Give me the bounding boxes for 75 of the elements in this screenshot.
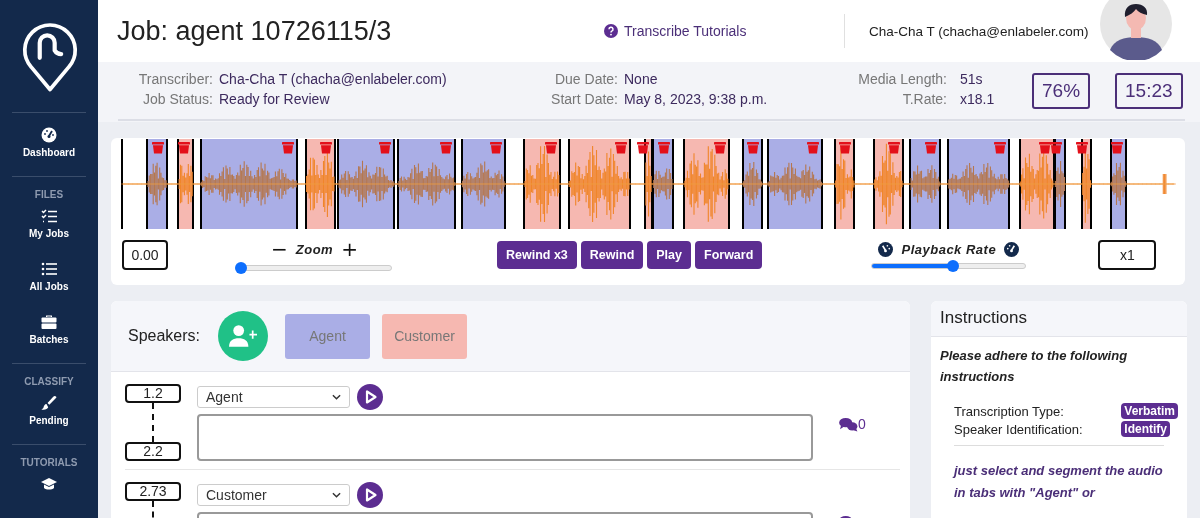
end-time[interactable]: 2.2 (125, 442, 181, 461)
trash-icon[interactable] (1050, 142, 1062, 154)
gauge-icon (1004, 241, 1020, 257)
gauge-icon (878, 241, 894, 257)
zoom-in-button[interactable]: + (341, 239, 358, 259)
sidebar-item[interactable] (41, 476, 57, 492)
tutorials-link[interactable]: Transcribe Tutorials (604, 23, 844, 39)
setting-badge: Verbatim (1121, 403, 1178, 419)
gauge-icon (41, 127, 57, 143)
position-field[interactable]: 0.00 (122, 240, 168, 270)
zoom-out-button[interactable]: − (271, 239, 288, 259)
field-label: Media Length: (857, 70, 947, 89)
brush-icon (41, 395, 57, 410)
instructions-intro: Please adhere to the following instructions (940, 347, 1129, 386)
avatar[interactable] (1100, 0, 1172, 60)
sidebar-heading: CLASSIFY (24, 376, 74, 387)
user-name: Cha-Cha T (chacha@enlabeler.com) (869, 23, 1090, 39)
sidebar-item[interactable]: My Jobs (29, 208, 69, 239)
field-value: None (623, 70, 659, 89)
graduation-cap-icon (41, 478, 57, 490)
setting-badge: Identify (1121, 421, 1170, 437)
setting-label: Transcription Type: (954, 403, 1065, 419)
chevron-down-icon (332, 394, 341, 400)
field-value: May 8, 2023, 9:38 p.m. (623, 90, 769, 109)
field-label: T.Rate: (901, 90, 947, 109)
timer-box: 15:23 (1115, 72, 1183, 109)
field-value: Ready for Review (218, 90, 331, 109)
zoom-label: Zoom (295, 241, 334, 257)
start-time[interactable]: 2.73 (125, 482, 181, 501)
field-value: Cha-Cha T (chacha@enlabeler.com) (218, 70, 448, 89)
speakers-label: Speakers: (128, 327, 201, 345)
page-title: Job: agent 10726115/3 (117, 15, 393, 47)
speaker-select[interactable]: Customer (197, 484, 350, 506)
trash-icon[interactable] (178, 142, 190, 154)
field-label: Due Date: (553, 70, 618, 89)
instructions-note: just select and segment the audio in tabs with "Agent" or (954, 462, 1164, 502)
field-label: Transcriber: (137, 70, 213, 89)
comments-icon[interactable] (839, 416, 858, 432)
sidebar-item[interactable]: All Jobs (29, 261, 69, 292)
playback-button[interactable]: Play (647, 241, 691, 269)
checklist-icon (41, 209, 57, 223)
help-icon (604, 24, 618, 38)
speaker-select[interactable]: Agent (197, 386, 350, 408)
chevron-down-icon (332, 492, 341, 498)
field-value: x18.1 (959, 90, 996, 109)
list-icon (41, 262, 57, 276)
progress-box: 76% (1032, 72, 1091, 109)
sidebar-heading: FILES (34, 189, 64, 200)
zoom-slider[interactable] (237, 265, 392, 271)
play-icon[interactable] (357, 384, 383, 410)
sidebar-heading: TUTORIALS (20, 457, 78, 468)
add-user-icon (229, 325, 258, 347)
playback-button[interactable]: Rewind (580, 241, 644, 269)
field-label: Start Date: (550, 90, 618, 109)
trash-icon[interactable] (637, 142, 649, 154)
playback-button[interactable]: Rewind x3 (497, 241, 577, 269)
play-icon[interactable] (357, 482, 383, 508)
field-value: 51s (959, 70, 984, 89)
transcript-field[interactable] (197, 414, 813, 461)
playback-rate-label: Playback Rate (901, 241, 997, 257)
sidebar-item[interactable]: Pending (29, 395, 69, 426)
rate-field: x1 (1098, 240, 1157, 270)
start-time[interactable]: 1.2 (125, 384, 181, 403)
briefcase-icon (41, 315, 57, 329)
field-label: Job Status: (141, 90, 213, 109)
playback-button[interactable]: Forward (695, 241, 763, 269)
setting-label: Speaker Identification: (954, 421, 1084, 437)
sidebar-item[interactable]: Dashboard (22, 127, 76, 158)
speaker-segment[interactable] (1054, 139, 1066, 229)
comment-count: 0 (858, 416, 866, 432)
sidebar-item[interactable]: Batches (29, 314, 69, 345)
trash-icon[interactable] (1111, 142, 1123, 154)
trash-icon[interactable] (1076, 142, 1088, 154)
playback-rate-slider[interactable] (871, 262, 1027, 269)
instructions-title: Instructions (931, 301, 1187, 337)
